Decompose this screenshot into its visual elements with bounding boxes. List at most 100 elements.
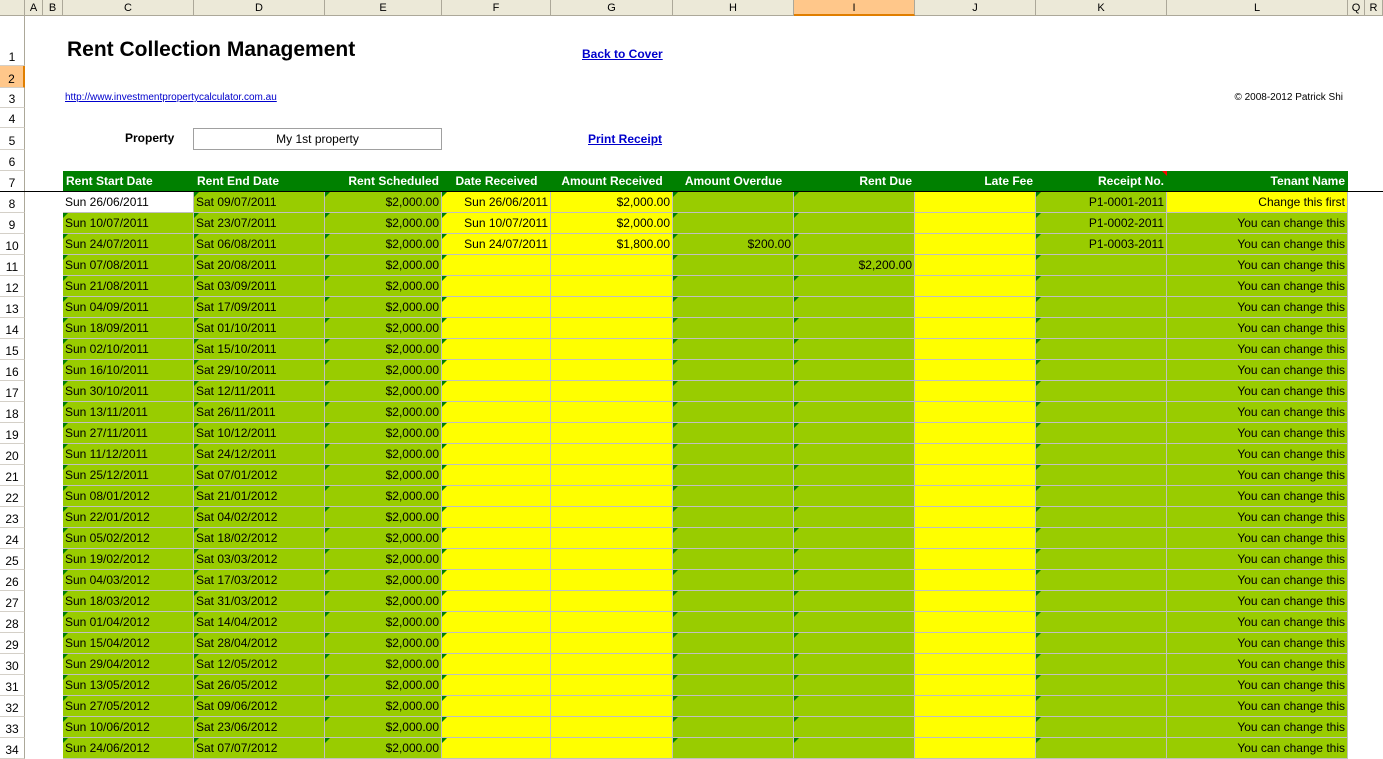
cell-receipt-no[interactable] [1036,612,1167,633]
cell-rent-due[interactable] [794,528,915,549]
cell-amount-received[interactable] [551,465,673,486]
cell-rent-scheduled[interactable]: $2,000.00 [325,381,442,402]
row-header-16[interactable]: 16 [0,360,25,381]
cell-rent-scheduled[interactable]: $2,000.00 [325,255,442,276]
cell-rent-due[interactable] [794,423,915,444]
cell-receipt-no[interactable] [1036,318,1167,339]
cell-tenant-name[interactable]: You can change this [1167,339,1348,360]
cell-date-received[interactable] [442,591,551,612]
column-header-a[interactable]: A [25,0,43,16]
cell-rent-start-date[interactable]: Sun 13/11/2011 [63,402,194,423]
cell-rent-due[interactable] [794,549,915,570]
cell-rent-start-date[interactable]: Sun 18/09/2011 [63,318,194,339]
row-header-6[interactable]: 6 [0,150,25,171]
cell-receipt-no[interactable] [1036,549,1167,570]
cell-late-fee[interactable] [915,633,1036,654]
cell-rent-due[interactable] [794,717,915,738]
cell-rent-due[interactable] [794,297,915,318]
cell-receipt-no[interactable]: P1-0003-2011 [1036,234,1167,255]
cell-amount-received[interactable]: $1,800.00 [551,234,673,255]
cell-rent-end-date[interactable]: Sat 21/01/2012 [194,486,325,507]
row-header-9[interactable]: 9 [0,213,25,234]
cell-tenant-name[interactable]: You can change this [1167,234,1348,255]
cell-tenant-name[interactable]: You can change this [1167,381,1348,402]
cell-rent-end-date[interactable]: Sat 28/04/2012 [194,633,325,654]
cell-rent-start-date[interactable]: Sun 21/08/2011 [63,276,194,297]
cell-tenant-name[interactable]: You can change this [1167,444,1348,465]
cell-late-fee[interactable] [915,486,1036,507]
cell-date-received[interactable]: Sun 24/07/2011 [442,234,551,255]
cell-late-fee[interactable] [915,402,1036,423]
cell-rent-end-date[interactable]: Sat 23/07/2011 [194,213,325,234]
cell-amount-received[interactable] [551,297,673,318]
cell-amount-overdue[interactable] [673,402,794,423]
cell-late-fee[interactable] [915,612,1036,633]
cell-rent-due[interactable]: $2,200.00 [794,255,915,276]
row-header-23[interactable]: 23 [0,507,25,528]
cell-rent-scheduled[interactable]: $2,000.00 [325,528,442,549]
cell-receipt-no[interactable] [1036,570,1167,591]
cell-rent-start-date[interactable]: Sun 04/09/2011 [63,297,194,318]
column-header-k[interactable]: K [1036,0,1167,16]
cell-rent-due[interactable] [794,696,915,717]
cell-amount-received[interactable] [551,255,673,276]
column-header-j[interactable]: J [915,0,1036,16]
cell-rent-scheduled[interactable]: $2,000.00 [325,402,442,423]
cell-rent-scheduled[interactable]: $2,000.00 [325,717,442,738]
cell-tenant-name[interactable]: You can change this [1167,276,1348,297]
cell-date-received[interactable]: Sun 26/06/2011 [442,192,551,213]
row-header-17[interactable]: 17 [0,381,25,402]
cell-amount-overdue[interactable] [673,675,794,696]
cell-rent-scheduled[interactable]: $2,000.00 [325,213,442,234]
row-header-10[interactable]: 10 [0,234,25,255]
cell-rent-start-date[interactable]: Sun 15/04/2012 [63,633,194,654]
cell-amount-received[interactable] [551,528,673,549]
cell-amount-overdue[interactable] [673,717,794,738]
cell-late-fee[interactable] [915,234,1036,255]
print-receipt-link[interactable]: Print Receipt [588,132,662,146]
row-header-3[interactable]: 3 [0,88,25,108]
cell-amount-overdue[interactable] [673,654,794,675]
cell-amount-overdue[interactable] [673,339,794,360]
cell-date-received[interactable] [442,423,551,444]
cell-date-received[interactable] [442,402,551,423]
cell-rent-end-date[interactable]: Sat 06/08/2011 [194,234,325,255]
cell-rent-start-date[interactable]: Sun 04/03/2012 [63,570,194,591]
cell-rent-end-date[interactable]: Sat 17/09/2011 [194,297,325,318]
cell-rent-scheduled[interactable]: $2,000.00 [325,486,442,507]
select-all-corner[interactable] [0,0,25,16]
row-header-19[interactable]: 19 [0,423,25,444]
column-header-i[interactable]: I [794,0,915,16]
cell-date-received[interactable] [442,549,551,570]
cell-date-received[interactable] [442,465,551,486]
cell-late-fee[interactable] [915,213,1036,234]
cell-amount-received[interactable] [551,318,673,339]
cell-rent-end-date[interactable]: Sat 31/03/2012 [194,591,325,612]
cell-tenant-name[interactable]: You can change this [1167,486,1348,507]
cell-rent-end-date[interactable]: Sat 26/11/2011 [194,402,325,423]
cell-amount-received[interactable] [551,717,673,738]
row-header-11[interactable]: 11 [0,255,25,276]
cell-rent-end-date[interactable]: Sat 04/02/2012 [194,507,325,528]
cell-date-received[interactable] [442,276,551,297]
cell-amount-received[interactable] [551,402,673,423]
cell-receipt-no[interactable] [1036,444,1167,465]
cell-rent-start-date[interactable]: Sun 30/10/2011 [63,381,194,402]
cell-amount-overdue[interactable] [673,423,794,444]
row-header-25[interactable]: 25 [0,549,25,570]
cell-rent-end-date[interactable]: Sat 09/06/2012 [194,696,325,717]
cell-rent-end-date[interactable]: Sat 01/10/2011 [194,318,325,339]
cell-rent-due[interactable] [794,213,915,234]
column-header-e[interactable]: E [325,0,442,16]
cell-date-received[interactable] [442,612,551,633]
cell-rent-due[interactable] [794,591,915,612]
row-header-15[interactable]: 15 [0,339,25,360]
cell-late-fee[interactable] [915,423,1036,444]
cell-rent-scheduled[interactable]: $2,000.00 [325,465,442,486]
cell-rent-end-date[interactable]: Sat 14/04/2012 [194,612,325,633]
row-header-1[interactable]: 1 [0,16,25,66]
cell-rent-due[interactable] [794,381,915,402]
row-header-26[interactable]: 26 [0,570,25,591]
cell-rent-due[interactable] [794,612,915,633]
cell-rent-end-date[interactable]: Sat 09/07/2011 [194,192,325,213]
